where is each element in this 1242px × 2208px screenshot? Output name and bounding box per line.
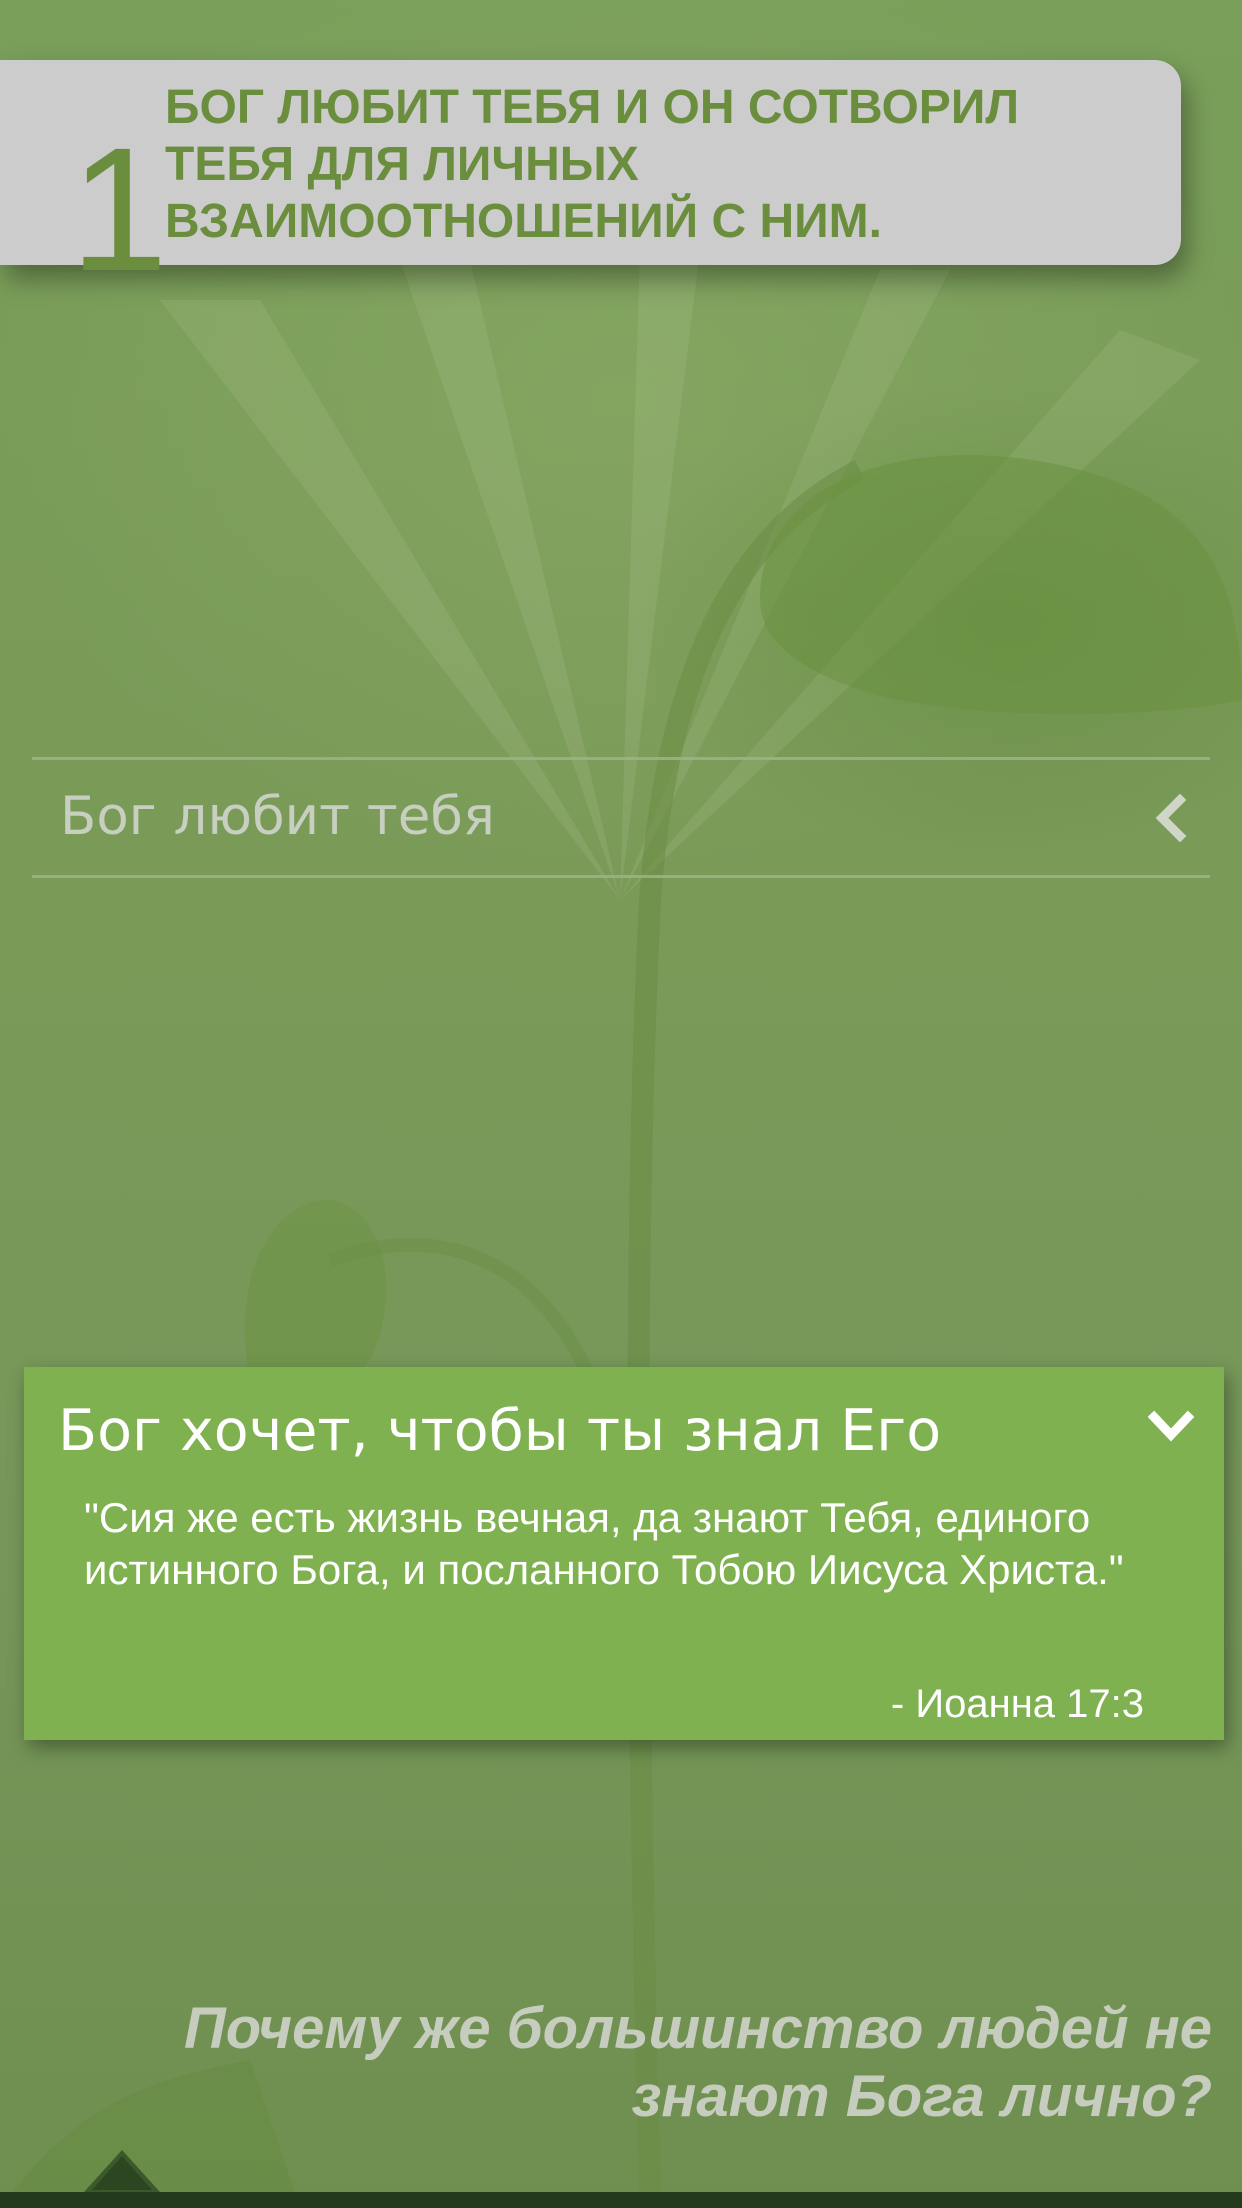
bottom-bar [0,2192,1242,2208]
background-image [0,0,1242,2208]
up-arrow-icon[interactable] [82,2148,162,2192]
chevron-left-icon [1155,794,1187,842]
step-heading: БОГ ЛЮБИТ ТЕБЯ И ОН СОТВОРИЛ ТЕБЯ ДЛЯ ЛИ… [165,81,1019,248]
flower-illustration [0,250,1242,2208]
section-title: Бог хочет, чтобы ты знал Его [58,1398,942,1464]
chevron-down-icon [1148,1410,1194,1442]
step-number: 1 [70,112,168,308]
section-title: Бог любит тебя [60,786,495,847]
scripture-verse: "Сия же есть жизнь вечная, да знают Тебя… [84,1494,1124,1593]
section-god-wants-you-to-know-him[interactable]: Бог хочет, чтобы ты знал Его "Сия же ест… [24,1367,1224,1740]
section-god-loves-you[interactable]: Бог любит тебя [32,757,1210,878]
next-question: Почему же большинство людей не знают Бог… [184,1996,1212,2129]
step-header-card: 1 БОГ ЛЮБИТ ТЕБЯ И ОН СОТВОРИЛ ТЕБЯ ДЛЯ … [0,60,1181,298]
scripture-reference: - Иоанна 17:3 [890,1682,1144,1726]
